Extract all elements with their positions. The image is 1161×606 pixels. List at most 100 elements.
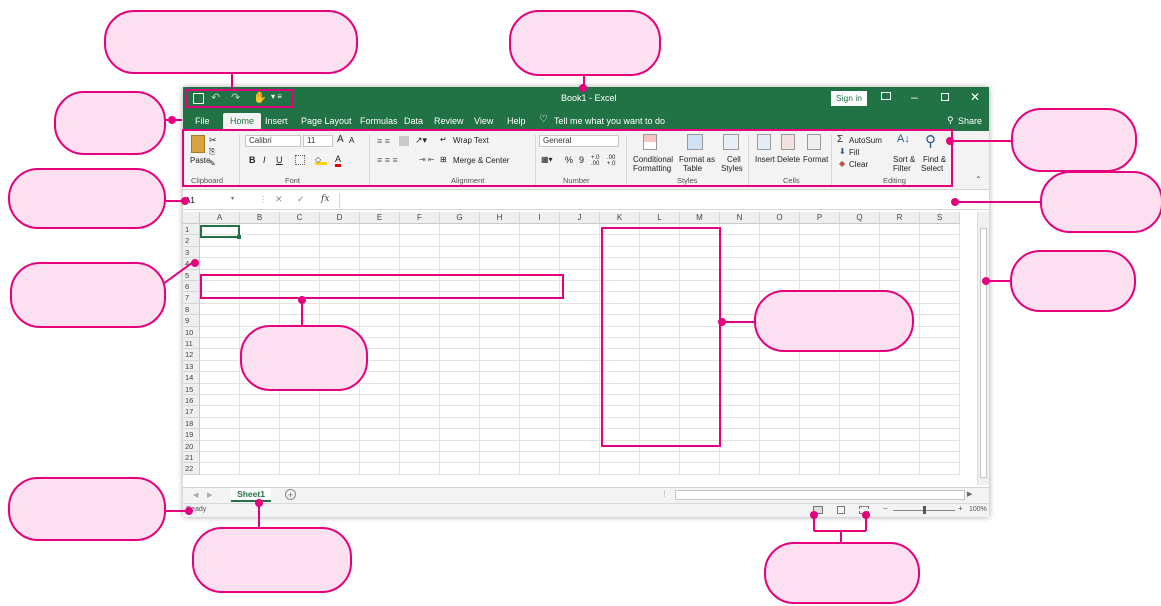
column-header-o[interactable]: O (760, 212, 800, 224)
share-icon[interactable]: ⚲ (947, 115, 954, 126)
tab-view[interactable]: View (474, 116, 493, 126)
gridline-vertical (399, 224, 400, 475)
zoom-in-button[interactable]: + (958, 504, 963, 513)
column-header-g[interactable]: G (440, 212, 480, 224)
column-header-b[interactable]: B (240, 212, 280, 224)
zoom-slider-thumb[interactable] (923, 506, 926, 514)
row-header-8[interactable]: 8 (183, 303, 200, 316)
fill-handle[interactable] (237, 235, 241, 239)
gridline-horizontal (200, 473, 960, 475)
zoom-level[interactable]: 100% (969, 506, 987, 513)
name-box[interactable]: A1 (183, 194, 229, 207)
active-cell[interactable] (200, 225, 240, 238)
tab-insert[interactable]: Insert (265, 116, 288, 126)
row-header-19[interactable]: 19 (183, 429, 200, 441)
new-sheet-button[interactable]: + (285, 489, 296, 500)
row-header-2[interactable]: 2 (183, 235, 200, 247)
scroll-right-icon[interactable]: ▶ (967, 490, 972, 498)
column-header-l[interactable]: L (640, 212, 680, 224)
gridline-vertical (919, 224, 920, 475)
callout-name-box (8, 168, 166, 229)
column-header-r[interactable]: R (880, 212, 920, 224)
connector (231, 74, 233, 89)
tab-data[interactable]: Data (404, 116, 423, 126)
tab-file[interactable]: File (195, 116, 210, 126)
tab-review[interactable]: Review (434, 116, 464, 126)
row-header-17[interactable]: 17 (183, 406, 200, 418)
column-header-j[interactable]: J (560, 212, 600, 224)
row-header-22[interactable]: 22 (183, 463, 200, 475)
tab-help[interactable]: Help (507, 116, 526, 126)
name-box-dropdown-icon[interactable]: ▾ (231, 195, 234, 202)
connector-dot (718, 318, 726, 326)
page-layout-view-icon[interactable] (837, 506, 845, 514)
sheet-tab-sheet1[interactable]: Sheet1 (231, 488, 271, 502)
row-header-14[interactable]: 14 (183, 372, 200, 384)
column-header-p[interactable]: P (800, 212, 840, 224)
tell-me-search[interactable]: Tell me what you want to do (554, 116, 665, 126)
select-all-corner[interactable] (183, 212, 200, 224)
column-header-m[interactable]: M (680, 212, 720, 224)
column-header-k[interactable]: K (600, 212, 640, 224)
column-header-e[interactable]: E (360, 212, 400, 224)
restore-icon[interactable] (941, 93, 949, 101)
row-header-15[interactable]: 15 (183, 383, 200, 395)
row-highlight (200, 274, 564, 299)
ribbon-tabs: File Home Insert Page Layout Formulas Da… (183, 111, 989, 131)
row-header-3[interactable]: 3 (183, 246, 200, 259)
row-header-10[interactable]: 10 (183, 326, 200, 338)
row-header-16[interactable]: 16 (183, 395, 200, 407)
tab-home[interactable]: Home (223, 113, 262, 129)
sheet-nav-right-icon[interactable]: ▶ (207, 491, 212, 499)
column-header-a[interactable]: A (200, 212, 240, 224)
row-header-9[interactable]: 9 (183, 315, 200, 327)
vertical-scrollbar[interactable] (977, 212, 989, 485)
column-header-i[interactable]: I (520, 212, 560, 224)
ribbon-highlight (182, 129, 953, 187)
gridline-horizontal (200, 394, 960, 395)
row-header-7[interactable]: 7 (183, 292, 200, 304)
sign-in-button[interactable]: Sign in (831, 91, 867, 106)
column-header-c[interactable]: C (280, 212, 320, 224)
row-header-20[interactable]: 20 (183, 440, 200, 452)
row-header-18[interactable]: 18 (183, 417, 200, 430)
collapse-ribbon-icon[interactable]: ⌃ (975, 175, 982, 184)
sheet-nav-left-icon[interactable]: ◀ (193, 491, 198, 499)
row-header-11[interactable]: 11 (183, 338, 200, 350)
tab-formulas[interactable]: Formulas (360, 116, 398, 126)
connector-dot (181, 197, 189, 205)
callout-quick-access (104, 10, 358, 74)
gridline-vertical (439, 224, 440, 475)
cancel-entry-button[interactable]: ✕ (275, 194, 283, 205)
row-header-12[interactable]: 12 (183, 349, 200, 361)
ribbon-display-options-icon[interactable] (881, 92, 891, 100)
insert-function-button[interactable]: fx (321, 194, 329, 204)
column-header-q[interactable]: Q (840, 212, 880, 224)
zoom-out-button[interactable]: − (883, 504, 888, 513)
vertical-scroll-thumb[interactable] (980, 228, 987, 478)
tab-page-layout[interactable]: Page Layout (301, 116, 352, 126)
column-header-n[interactable]: N (720, 212, 760, 224)
row-header-13[interactable]: 13 (183, 360, 200, 373)
row-header-21[interactable]: 21 (183, 452, 200, 464)
column-header-d[interactable]: D (320, 212, 360, 224)
tab-split-handle-icon[interactable]: ⋮ (661, 490, 668, 498)
gridline-horizontal (200, 268, 960, 270)
column-header-h[interactable]: H (480, 212, 520, 224)
minimize-icon[interactable]: – (911, 90, 918, 104)
row-header-5[interactable]: 5 (183, 269, 200, 281)
gridline-horizontal (200, 234, 960, 236)
column-header-f[interactable]: F (400, 212, 440, 224)
row-header-1[interactable]: 1 (183, 224, 200, 236)
horizontal-scrollbar[interactable] (675, 490, 965, 500)
callout-active-cell (10, 262, 166, 328)
column-highlight (601, 227, 721, 447)
connector-dot (946, 137, 954, 145)
enter-entry-button[interactable]: ✓ (297, 194, 305, 205)
formula-input[interactable] (339, 193, 985, 208)
row-header-6[interactable]: 6 (183, 281, 200, 293)
gridline-vertical (559, 224, 560, 475)
column-header-s[interactable]: S (920, 212, 960, 224)
share-button[interactable]: Share (958, 116, 982, 126)
close-icon[interactable]: ✕ (970, 90, 980, 104)
